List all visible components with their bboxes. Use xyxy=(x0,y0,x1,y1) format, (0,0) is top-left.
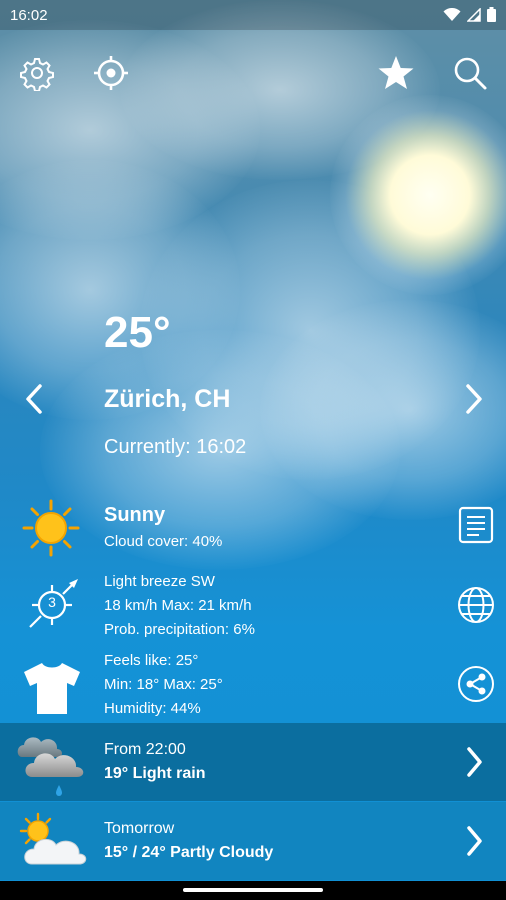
share-button[interactable] xyxy=(456,664,496,704)
wind-speed: 18 km/h Max: 21 km/h xyxy=(104,597,252,614)
search-button[interactable] xyxy=(452,55,488,91)
forecast-row-tonight[interactable]: From 22:00 19° Light rain xyxy=(0,723,506,801)
locate-button[interactable] xyxy=(93,55,129,91)
home-gesture-handle[interactable] xyxy=(183,888,323,892)
location-name: Zürich, CH xyxy=(104,385,231,413)
partly-cloudy-icon xyxy=(16,812,88,879)
search-icon xyxy=(454,57,487,90)
battery-icon xyxy=(487,7,496,22)
current-temperature: 25° xyxy=(104,308,171,357)
tshirt-icon xyxy=(22,660,82,721)
globe-icon xyxy=(458,587,494,623)
next-location-button[interactable] xyxy=(458,382,488,416)
favorite-button[interactable] xyxy=(377,55,414,91)
crosshair-icon xyxy=(94,56,128,90)
condition-summary: Sunny xyxy=(104,504,166,526)
precipitation-probability: Prob. precipitation: 6% xyxy=(104,621,255,638)
min-max-temperature: Min: 18° Max: 25° xyxy=(104,676,223,693)
feels-like: Feels like: 25° xyxy=(104,652,199,669)
share-icon xyxy=(458,666,494,702)
current-time: Currently: 16:02 xyxy=(104,436,247,458)
forecast-summary: 15° / 24° Partly Cloudy xyxy=(104,844,274,861)
wind-force-badge: 3 xyxy=(48,594,56,610)
status-icons xyxy=(443,7,496,22)
status-bar: 16:02 xyxy=(0,0,506,30)
weather-app: 16:02 25° Zürich, CH Currently: 16:02 Su… xyxy=(0,0,506,900)
chevron-left-icon xyxy=(26,384,42,414)
chevron-right-icon xyxy=(462,746,486,778)
wind-description: Light breeze SW xyxy=(104,573,215,590)
forecast-day: Tomorrow xyxy=(104,820,175,837)
humidity: Humidity: 44% xyxy=(104,700,201,717)
wifi-icon xyxy=(443,7,461,21)
sun-icon xyxy=(22,499,80,562)
gear-icon xyxy=(20,58,54,91)
rain-cloud-icon xyxy=(14,727,92,804)
chevron-right-icon xyxy=(466,384,482,414)
details-button[interactable] xyxy=(456,505,496,545)
cell-signal-icon xyxy=(467,7,481,22)
star-icon xyxy=(378,56,414,89)
settings-button[interactable] xyxy=(19,55,55,91)
forecast-summary: 19° Light rain xyxy=(104,765,206,782)
forecast-time: From 22:00 xyxy=(104,741,186,758)
document-icon xyxy=(458,506,494,544)
chevron-right-icon xyxy=(462,825,486,857)
wind-direction-icon: 3 xyxy=(22,575,82,640)
previous-location-button[interactable] xyxy=(20,382,50,416)
map-button[interactable] xyxy=(456,585,496,625)
cloud-cover: Cloud cover: 40% xyxy=(104,533,223,550)
status-time: 16:02 xyxy=(10,7,48,24)
forecast-row-tomorrow[interactable]: Tomorrow 15° / 24° Partly Cloudy xyxy=(0,802,506,880)
